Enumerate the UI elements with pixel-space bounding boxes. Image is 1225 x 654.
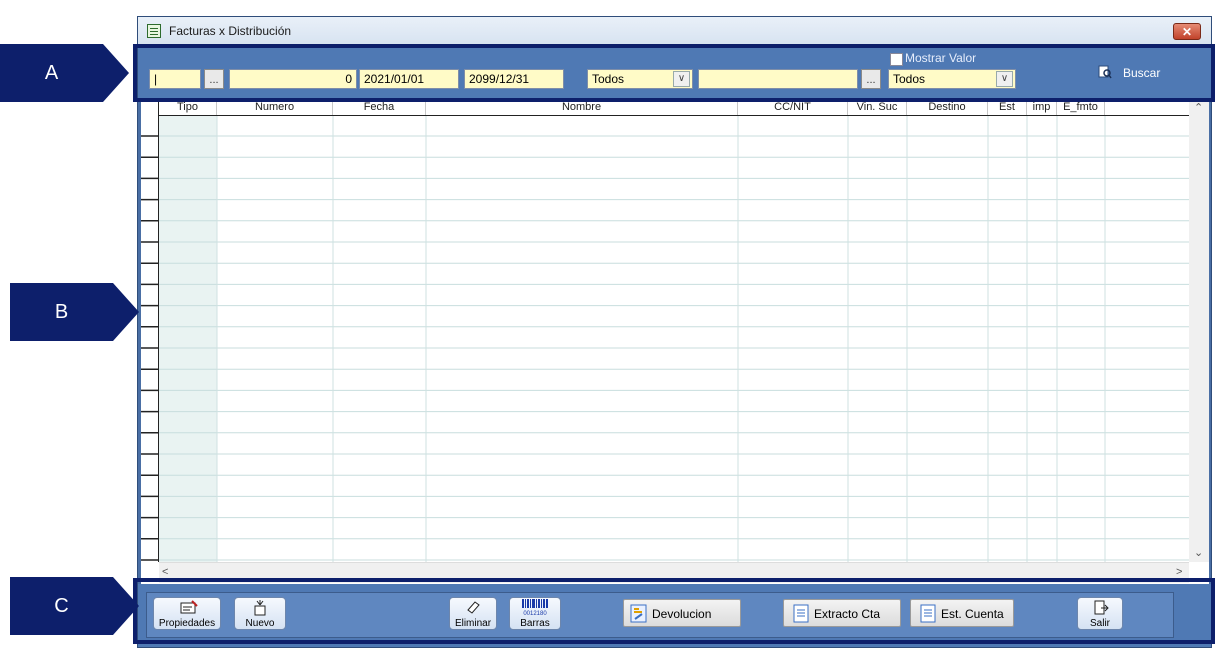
column-header-ccnit[interactable]: CC/NIT xyxy=(738,101,848,115)
column-header-destino[interactable]: Destino xyxy=(907,101,988,115)
scroll-left-icon[interactable]: < xyxy=(162,566,168,578)
scroll-right-icon[interactable]: > xyxy=(1176,566,1182,578)
vertical-scrollbar[interactable]: ⌃ ⌄ xyxy=(1189,101,1209,562)
callout-b: B xyxy=(10,283,139,341)
column-header-tipo[interactable]: Tipo xyxy=(159,101,217,115)
app-icon xyxy=(147,24,161,38)
row-header xyxy=(141,101,159,562)
column-header-vin-suc[interactable]: Vin. Suc xyxy=(848,101,907,115)
column-header-nombre[interactable]: Nombre xyxy=(426,101,738,115)
column-header-numero[interactable]: Numero xyxy=(217,101,333,115)
column-header-imp[interactable]: imp xyxy=(1027,101,1057,115)
callout-a: A xyxy=(0,44,129,102)
callout-c: C xyxy=(10,577,139,635)
highlight-box-a xyxy=(133,44,1215,102)
column-header-e-fmto[interactable]: E_fmto xyxy=(1057,101,1105,115)
highlight-box-c xyxy=(133,578,1215,644)
column-header-fecha[interactable]: Fecha xyxy=(333,101,426,115)
grid-header: Tipo Numero Fecha Nombre CC/NIT Vin. Suc… xyxy=(159,101,1189,116)
row-selector-column[interactable] xyxy=(141,101,158,562)
scroll-down-icon[interactable]: ⌄ xyxy=(1194,546,1203,559)
window: Facturas x Distribución ✕ | ... 0 2021/0… xyxy=(137,16,1212,648)
title-bar: Facturas x Distribución ✕ xyxy=(138,17,1211,45)
window-title: Facturas x Distribución xyxy=(169,24,292,38)
close-button[interactable]: ✕ xyxy=(1173,23,1201,40)
column-header-est[interactable]: Est xyxy=(988,101,1027,115)
invoice-grid[interactable]: Tipo Numero Fecha Nombre CC/NIT Vin. Suc… xyxy=(141,101,1209,584)
scroll-up-icon[interactable]: ⌃ xyxy=(1194,101,1203,114)
grid-lines xyxy=(159,115,1189,562)
